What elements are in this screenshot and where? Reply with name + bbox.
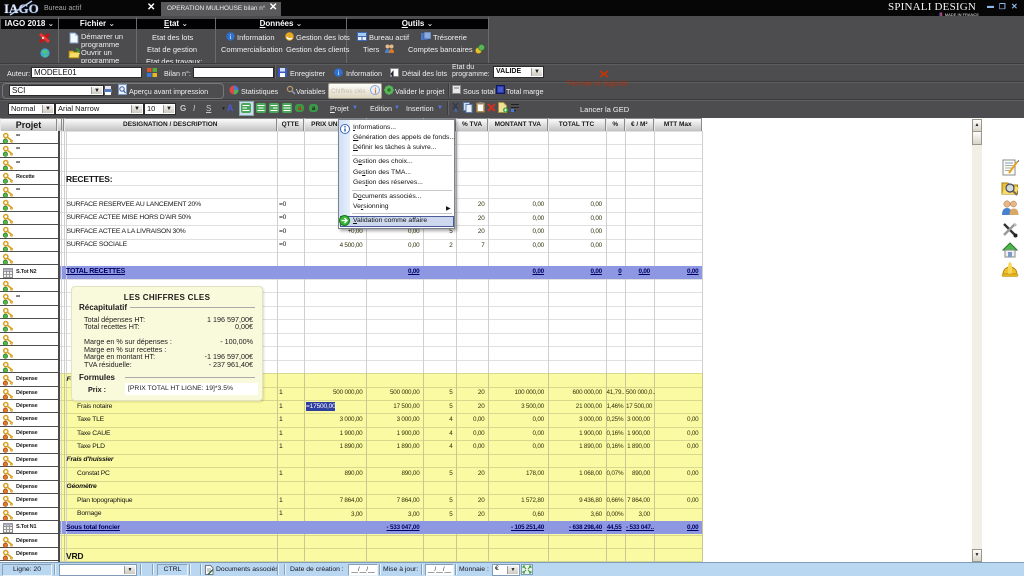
- svg-text:i: i: [338, 69, 340, 77]
- svg-text:i: i: [230, 33, 232, 41]
